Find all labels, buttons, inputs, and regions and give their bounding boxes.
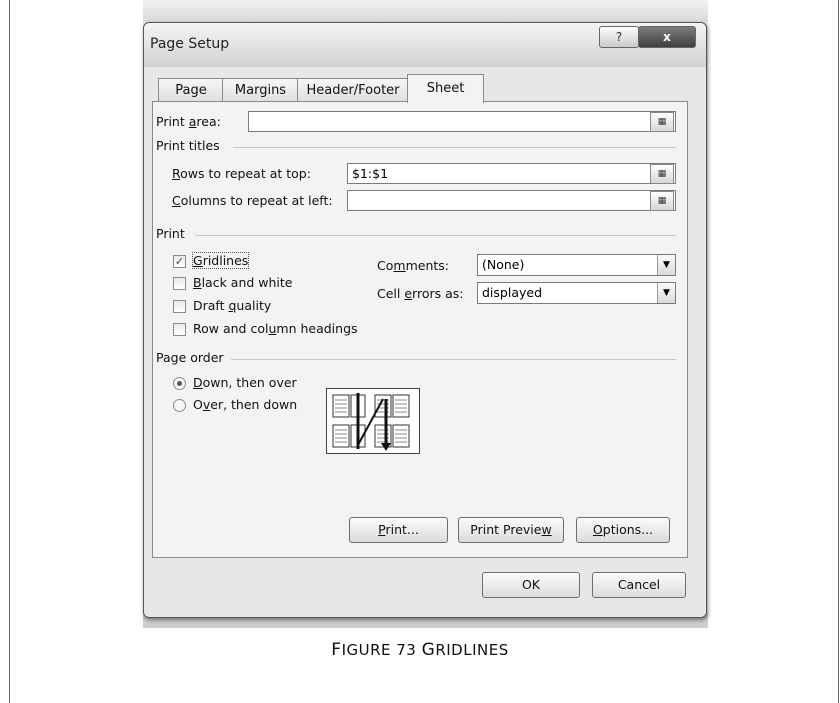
cell-errors-select[interactable]: displayed ▼ (477, 282, 676, 304)
page-order-diagram (332, 393, 410, 451)
cell-errors-label: Cell errors as: (377, 286, 464, 301)
dialog-title: Page Setup (150, 36, 230, 52)
row-column-headings-checkbox[interactable] (173, 323, 186, 336)
print-section-label: Print (156, 226, 185, 241)
columns-to-repeat-label: Columns to repeat at left: (172, 193, 333, 208)
comments-value: (None) (482, 257, 525, 272)
rows-collapse-dialog-icon[interactable]: ▦ (650, 164, 674, 184)
over-then-down-label[interactable]: Over, then down (193, 397, 297, 412)
comments-label: Comments: (377, 258, 449, 273)
help-icon: ? (615, 30, 623, 44)
tab-page[interactable]: Page (158, 78, 224, 102)
over-then-down-radio[interactable] (173, 399, 186, 412)
figure-caption: FIGURE 73 GRIDLINES (331, 640, 509, 660)
page-setup-dialog: Page Setup ? x Page Margins Header/Foote… (143, 22, 707, 618)
page-order-divider (231, 359, 676, 360)
tab-sheet[interactable]: Sheet (407, 74, 484, 103)
draft-quality-checkbox[interactable] (173, 300, 186, 313)
print-button[interactable]: Print... (349, 517, 448, 543)
sheet-tab-panel: Print area: ▦ Print titles Rows to repea… (152, 101, 688, 558)
cell-errors-value: displayed (482, 285, 543, 300)
down-then-over-radio[interactable] (173, 377, 186, 390)
ok-button[interactable]: OK (482, 572, 580, 598)
columns-collapse-dialog-icon[interactable]: ▦ (650, 191, 674, 211)
options-button[interactable]: Options... (576, 517, 670, 543)
gridlines-checkbox[interactable]: ✓ (173, 255, 186, 268)
collapse-dialog-icon[interactable]: ▦ (650, 112, 674, 132)
black-and-white-label[interactable]: Black and white (193, 275, 293, 290)
comments-select[interactable]: (None) ▼ (477, 254, 676, 276)
print-area-label: Print area: (156, 114, 221, 129)
rows-to-repeat-input[interactable]: $1:$1 (347, 163, 676, 184)
row-column-headings-label[interactable]: Row and column headings (193, 321, 358, 336)
chevron-down-icon[interactable]: ▼ (657, 283, 675, 303)
tab-header-footer[interactable]: Header/Footer (297, 78, 409, 102)
draft-quality-label[interactable]: Draft quality (193, 298, 271, 313)
columns-to-repeat-input[interactable] (347, 190, 676, 211)
cancel-button[interactable]: Cancel (592, 572, 686, 598)
help-button[interactable]: ? (599, 26, 639, 48)
gridlines-label[interactable]: Gridlines (191, 252, 250, 269)
page-order-preview-image (326, 388, 420, 454)
print-titles-label: Print titles (156, 138, 220, 153)
page-order-label: Page order (156, 350, 224, 365)
chevron-down-icon[interactable]: ▼ (657, 255, 675, 275)
close-button[interactable]: x (638, 26, 696, 48)
print-preview-button[interactable]: Print Preview (458, 517, 564, 543)
print-section-divider (195, 235, 676, 236)
down-then-over-label[interactable]: Down, then over (193, 375, 297, 390)
print-titles-divider (233, 147, 676, 148)
ribbon-strip (143, 0, 708, 22)
rows-to-repeat-label: Rows to repeat at top: (172, 166, 311, 181)
title-bar: Page Setup ? x (144, 23, 706, 67)
close-icon: x (663, 30, 671, 44)
black-and-white-checkbox[interactable] (173, 277, 186, 290)
print-area-input[interactable] (248, 111, 676, 132)
tab-margins[interactable]: Margins (222, 78, 299, 102)
